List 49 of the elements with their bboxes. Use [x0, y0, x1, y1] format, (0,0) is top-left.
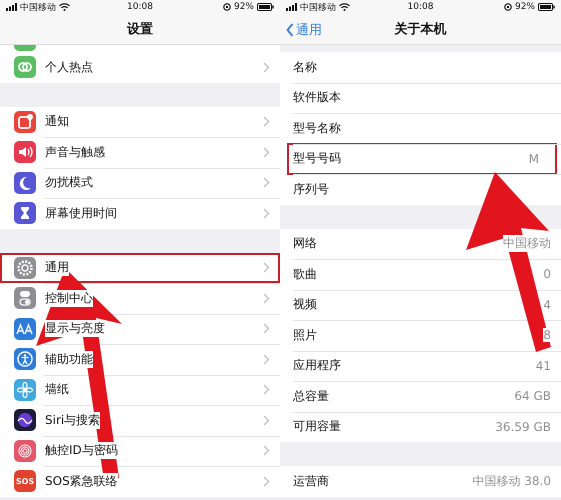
- row-label: 显示与亮度: [45, 320, 105, 338]
- row-value: M: [528, 152, 539, 166]
- settings-row[interactable]: 运营商 中国移动 38.0: [280, 466, 561, 496]
- settings-row[interactable]: 通用: [0, 252, 280, 283]
- row-label: 歌曲: [293, 266, 317, 283]
- row-value: 8: [543, 328, 551, 342]
- screen-title: 关于本机: [394, 20, 446, 38]
- row-label: 照片: [293, 326, 317, 344]
- settings-row[interactable]: 屏幕使用时间: [0, 198, 280, 228]
- row-label: 触控ID与密码: [45, 442, 118, 460]
- sos-icon: SOS: [14, 470, 36, 492]
- settings-row[interactable]: 触控ID与密码: [0, 436, 280, 466]
- carrier-name: 中国移动: [20, 2, 56, 14]
- screen-title: 设置: [127, 21, 153, 38]
- back-button[interactable]: 通用: [286, 21, 322, 39]
- row-label: 通用: [45, 259, 69, 276]
- row-value: 41: [536, 358, 551, 373]
- row-label: SOS紧急联络: [45, 472, 118, 490]
- row-label: 型号名称: [293, 120, 341, 137]
- row-value: 64 GB: [514, 389, 551, 404]
- settings-row[interactable]: 个人热点: [0, 52, 280, 82]
- settings-row[interactable]: 名称: [280, 52, 561, 82]
- row-label: 辅助功能: [45, 350, 93, 368]
- settings-row[interactable]: 声音与触感: [0, 137, 280, 168]
- row-value: 中国移动 38.0: [472, 472, 551, 490]
- status-time: 10:08: [408, 2, 434, 12]
- row-label: 屏幕使用时间: [45, 204, 117, 222]
- battery-percent: 92%: [514, 2, 535, 12]
- settings-row[interactable]: 勿扰模式: [0, 168, 280, 198]
- settings-row[interactable]: 型号名称: [280, 113, 561, 144]
- settings-row[interactable]: 通知: [0, 106, 280, 137]
- settings-row[interactable]: 应用程序 41: [280, 350, 561, 381]
- settings-row[interactable]: 总容量 64 GB: [280, 381, 561, 412]
- row-value: 36.59 GB: [495, 420, 551, 434]
- row-label: 控制中心: [45, 290, 93, 307]
- settings-row[interactable]: SOS SOS紧急联络: [0, 466, 280, 496]
- row-label: 序列号: [293, 180, 329, 198]
- row-label: Siri与搜索: [45, 412, 100, 429]
- row-value: 中国移动: [503, 235, 551, 252]
- status-time: 10:08: [127, 2, 153, 12]
- row-label: 声音与触感: [45, 144, 105, 161]
- row-label: 个人热点: [45, 58, 93, 76]
- battery-percent: 92%: [234, 2, 254, 12]
- row-value: 0: [543, 267, 551, 282]
- row-value: 4: [543, 298, 551, 312]
- settings-row[interactable]: 软件版本: [280, 82, 561, 113]
- row-label: 总容量: [293, 388, 329, 405]
- settings-row[interactable]: 可用容量 36.59 GB: [280, 412, 561, 442]
- carrier-name: 中国移动: [300, 2, 336, 14]
